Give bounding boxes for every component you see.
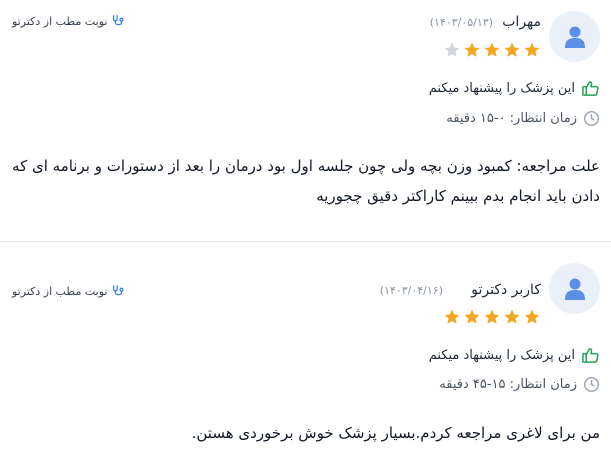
booking-label: نوبت مطب از دکترتو (12, 284, 108, 298)
review-comment: علت مراجعه: کمبود وزن بچه ولی چون جلسه ا… (12, 157, 600, 205)
recommend-row: این پزشک را پیشنهاد میکنم (429, 79, 600, 98)
wait-time-text: زمان انتظار: ۱۵-۴۵ دقیقه (439, 377, 577, 392)
star-icon (484, 309, 500, 324)
booking-source: نوبت مطب از دکترتو (12, 284, 125, 298)
review-card: کاربر دکترتو (۱۴۰۳/۰۴/۱۶) نوبت مطب از دک… (0, 242, 611, 460)
user-icon (564, 26, 585, 48)
review-card: مهراب (۱۴۰۳/۰۵/۱۳) نوبت مطب از دکترتو ای… (0, 0, 611, 241)
booking-source: نوبت مطب از دکترتو (12, 14, 125, 28)
avatar (549, 11, 600, 62)
stethoscope-icon (113, 15, 124, 26)
rating-stars (443, 308, 541, 326)
clock-icon (583, 376, 600, 393)
review-date: (۱۴۰۳/۰۵/۱۳) (429, 16, 493, 29)
star-icon (504, 42, 520, 57)
clock-icon (583, 110, 600, 127)
user-icon (564, 278, 585, 300)
booking-label: نوبت مطب از دکترتو (12, 14, 108, 28)
recommend-text: این پزشک را پیشنهاد میکنم (428, 81, 575, 96)
reviewer-name: مهراب (502, 14, 541, 30)
star-icon (464, 42, 480, 57)
thumbs-up-icon (582, 348, 599, 363)
rating-stars (443, 41, 541, 59)
avatar (549, 263, 600, 314)
review-date: (۱۴۰۳/۰۴/۱۶) (379, 284, 443, 297)
stethoscope-icon (113, 285, 124, 296)
recommend-text: این پزشک را پیشنهاد میکنم (428, 348, 575, 363)
star-icon (524, 42, 540, 57)
star-icon (444, 42, 460, 57)
star-icon (524, 309, 540, 324)
recommend-row: این پزشک را پیشنهاد میکنم (429, 346, 600, 365)
wait-time-row: زمان انتظار: ۰-۱۵ دقیقه (446, 110, 600, 127)
thumbs-up-icon (582, 81, 599, 96)
star-icon (504, 309, 520, 324)
reviewer-name: کاربر دکترتو (471, 282, 541, 298)
star-icon (484, 42, 500, 57)
wait-time-row: زمان انتظار: ۱۵-۴۵ دقیقه (439, 376, 600, 393)
star-icon (444, 309, 460, 324)
star-icon (464, 309, 480, 324)
wait-time-text: زمان انتظار: ۰-۱۵ دقیقه (446, 111, 577, 126)
review-comment: من برای لاغری مراجعه کردم.بسیار پزشک خوش… (191, 424, 600, 442)
